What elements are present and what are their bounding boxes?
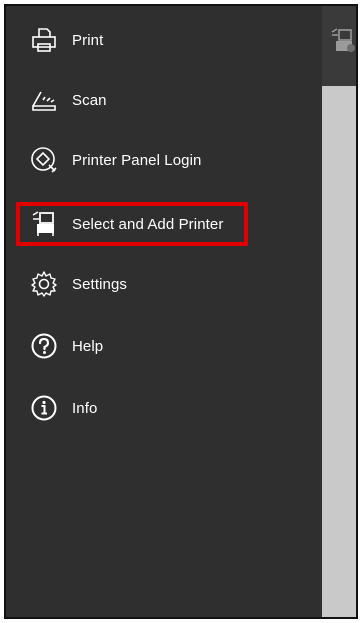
main-content: [322, 6, 356, 617]
printer-panel-login-icon: [28, 144, 60, 176]
menu-item-settings[interactable]: Settings: [6, 257, 322, 311]
gear-icon: [28, 268, 60, 300]
menu-item-info[interactable]: Info: [6, 381, 322, 435]
menu-item-select-and-add-printer[interactable]: Select and Add Printer: [6, 197, 322, 251]
menu-item-help[interactable]: Help: [6, 319, 322, 373]
menu-item-scan[interactable]: Scan: [6, 73, 322, 127]
menu-item-label: Select and Add Printer: [72, 215, 224, 233]
select-add-printer-icon: [28, 208, 60, 240]
help-icon: [28, 330, 60, 362]
menu-item-label: Printer Panel Login: [72, 151, 202, 169]
navigation-drawer: Print Scan Printer Panel Login Select an…: [6, 6, 322, 617]
menu-item-label: Info: [72, 399, 98, 417]
main-header: [322, 6, 356, 86]
scan-icon: [28, 84, 60, 116]
printer-status-icon[interactable]: [328, 26, 356, 54]
print-icon: [28, 24, 60, 56]
app-window: Print Scan Printer Panel Login Select an…: [4, 4, 358, 619]
menu-item-printer-panel-login[interactable]: Printer Panel Login: [6, 133, 322, 187]
menu-item-label: Print: [72, 31, 104, 49]
menu-item-label: Settings: [72, 275, 127, 293]
info-icon: [28, 392, 60, 424]
menu-item-label: Scan: [72, 91, 107, 109]
menu-item-label: Help: [72, 337, 104, 355]
menu-item-print[interactable]: Print: [6, 13, 322, 67]
